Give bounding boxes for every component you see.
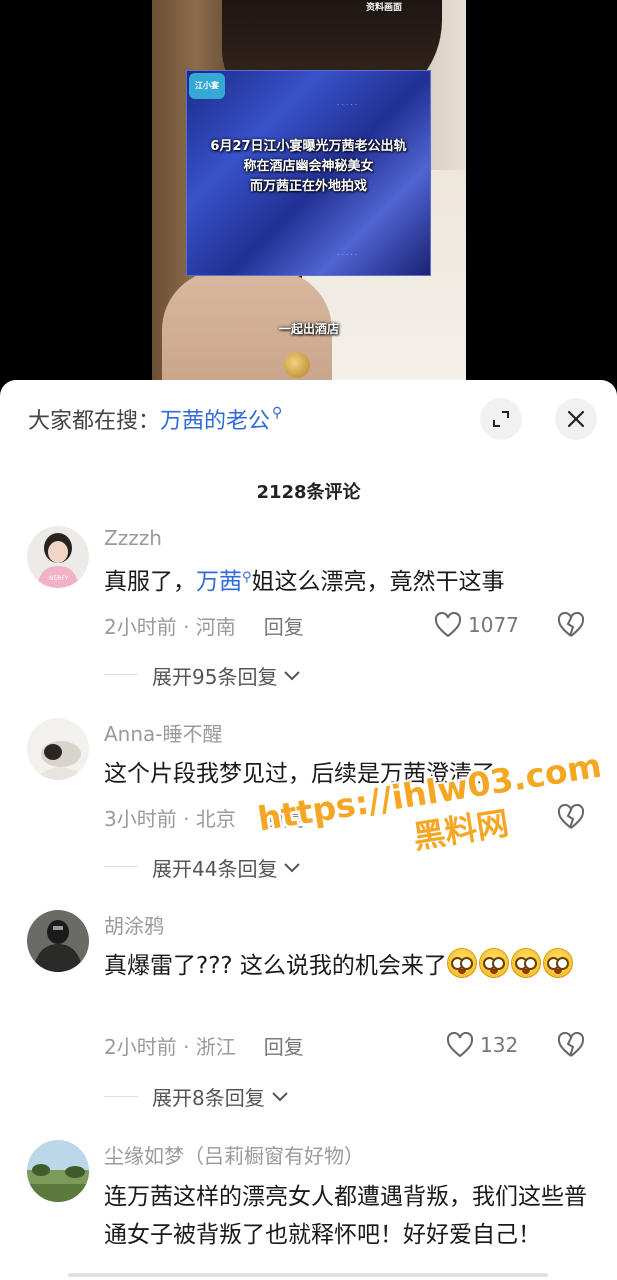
video-inset-logo: 江小宴	[189, 73, 225, 99]
trending-search-term[interactable]: 万茜的老公	[160, 403, 270, 435]
comment-meta: 2小时前 · 浙江 回复	[104, 1030, 304, 1060]
comment-text: 真服了，万茜⚲姐这么漂亮，竟然干这事	[104, 564, 594, 604]
video-caption-line: 称在酒店幽会神秘美女	[243, 159, 374, 174]
video-player[interactable]: 资料画面 江小宴 · · · · · · · · · · 6月27日江小宴曝光万…	[0, 0, 617, 384]
avatar[interactable]: NERFY	[27, 526, 89, 588]
video-inset-watermark: · · · · ·	[337, 101, 358, 109]
avatar-image: NERFY	[27, 526, 89, 588]
avatar[interactable]	[27, 718, 89, 780]
like-button[interactable]: 132	[446, 1030, 518, 1060]
reply-button[interactable]: 回复	[264, 1031, 304, 1060]
avatar-image	[27, 718, 89, 780]
comment-username[interactable]: Zzzzh	[104, 526, 162, 550]
home-indicator	[68, 1273, 548, 1277]
search-icon: ⚲	[242, 570, 252, 585]
expand-icon	[493, 411, 509, 427]
comment-text: 连万茜这样的漂亮女人都遭遇背叛，我们这些普通女子被背叛了也就释怀吧！好好爱自己！	[104, 1184, 587, 1248]
reply-button[interactable]: 回复	[264, 611, 304, 640]
video-source-tag: 资料画面	[366, 3, 403, 13]
dizzy-smile-emoji	[542, 948, 573, 978]
chevron-down-icon	[284, 671, 301, 681]
avatar-image	[27, 1140, 89, 1202]
comment-username[interactable]: Anna-睡不醒	[104, 718, 223, 747]
comment-text-part: 真爆雷了??? 这么说我的机会来了	[104, 953, 447, 979]
trending-search-prefix: 大家都在搜：	[28, 409, 161, 434]
like-count: 1077	[468, 613, 519, 637]
dislike-button[interactable]	[556, 610, 586, 640]
expand-replies-label: 展开44条回复	[152, 856, 278, 881]
video-coat-button	[284, 352, 310, 378]
video-inset-watermark: · · · · ·	[337, 251, 358, 259]
comment-time-location: 2小时前 · 浙江	[104, 1034, 236, 1059]
heart-icon	[434, 612, 462, 638]
dizzy-smile-emoji	[510, 948, 541, 978]
svg-text:NERFY: NERFY	[49, 575, 69, 582]
dizzy-smile-emoji	[446, 948, 477, 978]
like-count: 132	[480, 1033, 519, 1057]
video-caption-line: 6月27日江小宴曝光万茜老公出轨	[210, 139, 407, 154]
comment-count-title: 2128条评论	[256, 482, 361, 503]
broken-heart-icon	[557, 1032, 585, 1057]
expand-replies-label: 展开8条回复	[152, 1085, 265, 1110]
close-icon	[567, 410, 585, 428]
comment-time-location: 3小时前 · 北京	[104, 806, 236, 831]
comment-meta: 2小时前 · 河南 回复	[104, 610, 304, 640]
video-subtitle: 一起出酒店	[278, 322, 339, 336]
comment-text-part: 姐这么漂亮，竟然干这事	[251, 569, 505, 595]
chevron-down-icon	[272, 1092, 288, 1102]
like-button[interactable]: 1077	[434, 610, 519, 640]
expand-replies-label: 展开95条回复	[152, 664, 278, 689]
comment-time-location: 2小时前 · 河南	[104, 614, 236, 639]
heart-icon	[446, 1032, 474, 1058]
dislike-button[interactable]	[556, 1030, 586, 1060]
avatar-image	[27, 910, 89, 972]
comment-username[interactable]: 胡涂鸦	[104, 910, 164, 939]
comment-username[interactable]: 尘缘如梦（吕莉橱窗有好物）	[104, 1140, 364, 1169]
comment-text: 真爆雷了??? 这么说我的机会来了	[104, 948, 594, 984]
expand-replies-button[interactable]: 展开8条回复	[104, 1081, 291, 1111]
video-caption: 6月27日江小宴曝光万茜老公出轨 称在酒店幽会神秘美女 而万茜正在外地拍戏	[186, 137, 431, 197]
video-caption-line: 而万茜正在外地拍戏	[249, 179, 367, 194]
close-button[interactable]	[555, 398, 597, 440]
dizzy-smile-emoji	[478, 948, 509, 978]
avatar[interactable]	[27, 910, 89, 972]
avatar[interactable]	[27, 1140, 89, 1202]
broken-heart-icon	[557, 612, 585, 637]
expand-button[interactable]	[480, 398, 522, 440]
expand-replies-button[interactable]: 展开95条回复	[104, 660, 303, 690]
trending-search[interactable]: 大家都在搜： 万茜的老公 ⚲	[28, 404, 282, 434]
comment-text-part: 真服了，	[104, 569, 196, 595]
comment-keyword-link[interactable]: 万茜	[196, 569, 242, 595]
search-icon: ⚲	[272, 405, 283, 421]
